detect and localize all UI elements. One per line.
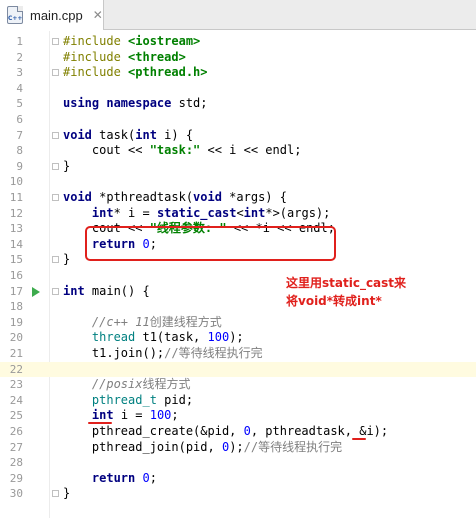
fold-icon[interactable] xyxy=(52,131,59,139)
line-number: 4 xyxy=(16,81,23,95)
line-number: 28 xyxy=(9,456,23,470)
line-number: 3 xyxy=(16,66,23,80)
code-editor[interactable]: 1 #include <iostream> 2 #include <thread… xyxy=(0,31,476,518)
line-number: 18 xyxy=(9,300,23,314)
line-number: 25 xyxy=(9,409,23,423)
code-text: } xyxy=(63,158,71,173)
code-line: 8 cout << "task:" << i << endl; xyxy=(0,143,476,159)
code-text: pthread_t pid; xyxy=(91,392,194,407)
fold-icon[interactable] xyxy=(52,287,59,295)
tab-label: main.cpp xyxy=(30,7,83,23)
line-number: 26 xyxy=(9,425,23,438)
code-line: 18 xyxy=(0,299,476,315)
fold-icon[interactable] xyxy=(52,194,59,201)
line-number: 9 xyxy=(16,159,23,173)
line-number: 6 xyxy=(16,113,23,126)
code-text: using namespace std; xyxy=(63,96,208,111)
line-number: 14 xyxy=(9,237,23,251)
code-line: 1 #include <iostream> xyxy=(0,34,476,50)
code-text: #include <pthread.h> xyxy=(63,65,208,80)
code-line: 19 //c++ 11创建线程方式 xyxy=(0,315,476,331)
fold-icon[interactable] xyxy=(52,490,59,498)
annotation-line-1: 这里用static_cast来 xyxy=(286,276,407,290)
code-text: return 0; xyxy=(91,470,157,485)
editor-tab-bar: C++ main.cpp ✕ xyxy=(0,0,476,30)
line-number: 12 xyxy=(9,206,23,220)
line-number: 30 xyxy=(9,487,23,501)
annotation-line-2: 将void*转成int* xyxy=(286,294,382,308)
code-line: 25 int i = 100; xyxy=(0,408,476,424)
code-text: int* i = static_cast<int*>(args); xyxy=(91,205,331,220)
line-number: 1 xyxy=(16,35,23,48)
code-text: void *pthreadtask(void *args) { xyxy=(63,190,287,204)
code-line: 2 #include <thread> xyxy=(0,50,476,66)
code-line: 3 #include <pthread.h> xyxy=(0,65,476,81)
code-text: #include <iostream> xyxy=(63,34,201,48)
code-line: 23 //posix线程方式 xyxy=(0,377,476,393)
line-number: 27 xyxy=(9,440,23,454)
code-line: 28 xyxy=(0,455,476,471)
line-number: 11 xyxy=(9,191,23,204)
code-line: 24 pthread_t pid; xyxy=(0,393,476,409)
fold-icon[interactable] xyxy=(52,162,59,170)
line-number: 24 xyxy=(9,393,23,407)
code-line: 20 thread t1(task, 100); xyxy=(0,330,476,346)
line-number: 17 xyxy=(9,284,23,298)
code-line: 7 void task(int i) { xyxy=(0,128,476,144)
line-number: 20 xyxy=(9,331,23,345)
fold-icon[interactable] xyxy=(52,256,59,264)
highlight-box xyxy=(85,226,336,261)
code-line: 12 int* i = static_cast<int*>(args); xyxy=(0,206,476,222)
code-text: cout << "task:" << i << endl; xyxy=(63,143,302,158)
tab-main-cpp[interactable]: C++ main.cpp ✕ xyxy=(0,0,104,30)
code-text: pthread_create(&pid, 0, pthreadtask, &i)… xyxy=(63,424,389,438)
cpp-file-icon: C++ xyxy=(7,6,23,24)
close-icon[interactable]: ✕ xyxy=(93,9,103,21)
code-line: 27 pthread_join(pid, 0);//等待线程执行完 xyxy=(0,440,476,456)
code-text: //posix线程方式 xyxy=(91,377,191,392)
line-number: 2 xyxy=(16,50,23,64)
line-number: 19 xyxy=(9,315,23,329)
code-text: void task(int i) { xyxy=(63,127,194,142)
line-number: 13 xyxy=(9,222,23,236)
line-number: 5 xyxy=(16,97,23,111)
line-number: 16 xyxy=(9,269,23,282)
code-line: 9 } xyxy=(0,159,476,175)
code-text: t1.join();//等待线程执行完 xyxy=(63,346,263,360)
line-number: 15 xyxy=(9,253,23,267)
code-line: 29 return 0; xyxy=(0,471,476,487)
code-line: 30 } xyxy=(0,486,476,502)
line-number: 8 xyxy=(16,144,23,158)
code-line: 21 t1.join();//等待线程执行完 xyxy=(0,346,476,362)
line-number: 7 xyxy=(16,128,23,142)
cpp-file-icon-label: C++ xyxy=(8,15,23,22)
code-line: 26 pthread_create(&pid, 0, pthreadtask, … xyxy=(0,424,476,440)
code-line: 11 void *pthreadtask(void *args) { xyxy=(0,190,476,206)
code-text: } xyxy=(63,486,71,501)
fold-icon[interactable] xyxy=(52,69,59,77)
line-number: 29 xyxy=(9,471,23,485)
line-number: 10 xyxy=(9,175,23,189)
run-icon[interactable] xyxy=(32,286,40,297)
code-text: //c++ 11创建线程方式 xyxy=(91,314,222,329)
code-text: pthread_join(pid, 0);//等待线程执行完 xyxy=(63,439,343,454)
fold-icon[interactable] xyxy=(52,38,59,45)
code-line: 5 using namespace std; xyxy=(0,96,476,112)
code-text: } xyxy=(63,252,71,267)
code-text: #include <thread> xyxy=(63,49,186,64)
underline-ampersand-i xyxy=(352,438,366,440)
line-number: 21 xyxy=(9,347,23,360)
code-text: thread t1(task, 100); xyxy=(91,330,244,345)
line-number: 22 xyxy=(9,362,23,376)
code-line: 10 xyxy=(0,174,476,190)
code-line: 6 xyxy=(0,112,476,128)
code-text: int main() { xyxy=(63,283,150,298)
underline-int xyxy=(88,422,112,424)
code-line: 4 xyxy=(0,81,476,97)
code-text: int i = 100; xyxy=(91,408,179,423)
current-line: 22 xyxy=(0,361,476,378)
line-number: 23 xyxy=(9,378,23,392)
